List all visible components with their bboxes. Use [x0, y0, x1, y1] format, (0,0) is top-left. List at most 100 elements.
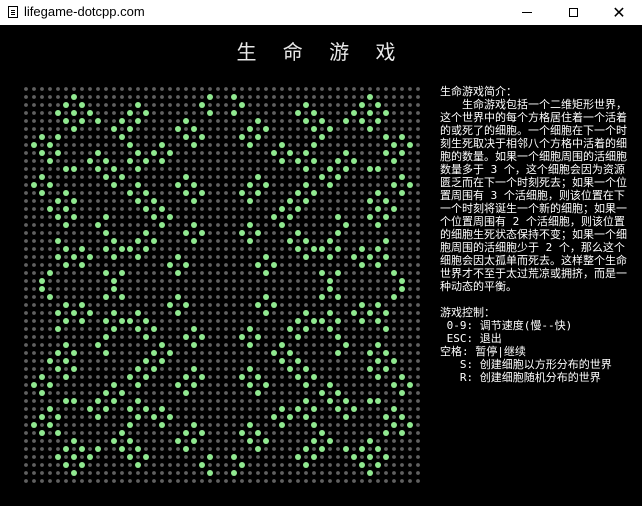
dead-cell [328, 135, 332, 139]
dead-cell [368, 183, 372, 187]
dead-cell [224, 215, 228, 219]
live-cell [231, 470, 237, 476]
live-cell [295, 318, 301, 324]
dead-cell [120, 191, 124, 195]
live-cell [271, 302, 277, 308]
live-cell [311, 438, 317, 444]
dead-cell [392, 135, 396, 139]
dead-cell [312, 279, 316, 283]
dead-cell [48, 399, 52, 403]
dead-cell [336, 367, 340, 371]
dead-cell [104, 167, 108, 171]
dead-cell [328, 359, 332, 363]
dead-cell [272, 319, 276, 323]
dead-cell [96, 87, 100, 91]
dead-cell [160, 263, 164, 267]
dead-cell [144, 103, 148, 107]
dead-cell [72, 271, 76, 275]
dead-cell [128, 223, 132, 227]
dead-cell [64, 311, 68, 315]
dead-cell [216, 311, 220, 315]
dead-cell [416, 351, 420, 355]
dead-cell [400, 167, 404, 171]
dead-cell [56, 343, 60, 347]
dead-cell [120, 463, 124, 467]
dead-cell [120, 375, 124, 379]
dead-cell [136, 247, 140, 251]
dead-cell [208, 415, 212, 419]
dead-cell [40, 399, 44, 403]
dead-cell [232, 367, 236, 371]
dead-cell [264, 191, 268, 195]
dead-cell [352, 479, 356, 483]
dead-cell [416, 263, 420, 267]
dead-cell [216, 303, 220, 307]
live-cell [103, 230, 109, 236]
dead-cell [328, 263, 332, 267]
dead-cell [40, 383, 44, 387]
dead-cell [280, 351, 284, 355]
dead-cell [176, 199, 180, 203]
live-cell [255, 334, 261, 340]
dead-cell [264, 463, 268, 467]
dead-cell [280, 327, 284, 331]
dead-cell [24, 143, 28, 147]
dead-cell [168, 199, 172, 203]
dead-cell [168, 95, 172, 99]
dead-cell [384, 207, 388, 211]
dead-cell [376, 231, 380, 235]
dead-cell [384, 175, 388, 179]
live-cell [183, 230, 189, 236]
dead-cell [416, 255, 420, 259]
dead-cell [328, 247, 332, 251]
maximize-button[interactable] [550, 0, 596, 25]
live-cell [311, 406, 317, 412]
dead-cell [208, 199, 212, 203]
dead-cell [320, 223, 324, 227]
live-cell [159, 142, 165, 148]
dead-cell [176, 151, 180, 155]
dead-cell [248, 311, 252, 315]
close-button[interactable]: ✕ [596, 0, 642, 25]
dead-cell [184, 423, 188, 427]
dead-cell [352, 279, 356, 283]
dead-cell [216, 175, 220, 179]
dead-cell [112, 375, 116, 379]
dead-cell [192, 207, 196, 211]
dead-cell [240, 407, 244, 411]
dead-cell [368, 463, 372, 467]
dead-cell [320, 159, 324, 163]
dead-cell [120, 215, 124, 219]
dead-cell [224, 167, 228, 171]
dead-cell [144, 479, 148, 483]
window-title: lifegame-dotcpp.com [24, 4, 145, 19]
dead-cell [128, 399, 132, 403]
live-cell [79, 118, 85, 124]
minimize-button[interactable] [504, 0, 550, 25]
title-bar[interactable]: lifegame-dotcpp.com ✕ [0, 0, 642, 25]
dead-cell [64, 175, 68, 179]
dead-cell [72, 359, 76, 363]
dead-cell [376, 111, 380, 115]
dead-cell [288, 159, 292, 163]
dead-cell [312, 311, 316, 315]
dead-cell [408, 479, 412, 483]
dead-cell [360, 287, 364, 291]
life-grid[interactable] [22, 85, 426, 489]
dead-cell [144, 287, 148, 291]
dead-cell [240, 383, 244, 387]
dead-cell [232, 207, 236, 211]
dead-cell [48, 303, 52, 307]
dead-cell [392, 351, 396, 355]
dead-cell [368, 151, 372, 155]
maximize-icon [568, 8, 578, 17]
live-cell [359, 246, 365, 252]
dead-cell [72, 191, 76, 195]
dead-cell [328, 223, 332, 227]
dead-cell [72, 415, 76, 419]
dead-cell [344, 247, 348, 251]
dead-cell [24, 415, 28, 419]
dead-cell [336, 359, 340, 363]
dead-cell [208, 239, 212, 243]
dead-cell [280, 439, 284, 443]
